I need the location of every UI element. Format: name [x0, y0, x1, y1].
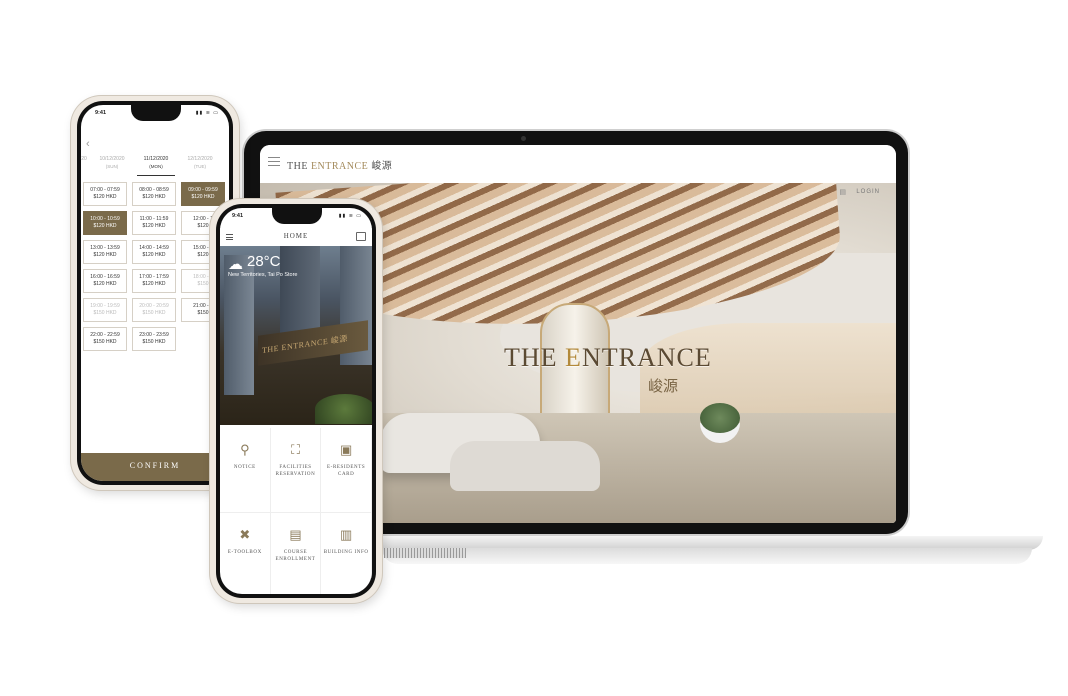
time-slot[interactable]: 14:00 - 14:59 $120 HKD: [132, 240, 176, 264]
login-link[interactable]: LOGIN: [856, 189, 880, 195]
tile-building-info[interactable]: ▥ BUILDING INFO: [321, 513, 372, 594]
time-slot[interactable]: 11:00 - 11:59 $120 HKD: [132, 211, 176, 235]
hamburger-menu-icon[interactable]: [268, 157, 280, 166]
tile-course-enrollment[interactable]: ▤ COURSE ENROLLMENT: [271, 513, 322, 594]
hero-logo-chinese: 峻源: [648, 377, 679, 395]
id-card-icon: ▣: [340, 442, 353, 457]
time-slot[interactable]: 13:00 - 13:59 $120 HKD: [83, 240, 127, 264]
time-slot[interactable]: 08:00 - 08:59 $120 HKD: [132, 182, 176, 206]
hero-plant: [700, 403, 740, 433]
landscape-bush: [315, 394, 372, 424]
facilities-icon: ⛶: [290, 442, 301, 457]
date-tab-active[interactable]: 11/12/2020 (MON): [137, 156, 175, 176]
site-header: THE ENTRANCE 峻源: [260, 145, 896, 183]
site-logo[interactable]: THE ENTRANCE 峻源: [287, 157, 392, 172]
time-slot[interactable]: 23:00 - 23:59 $150 HKD: [132, 327, 176, 351]
time-slot-grid: 07:00 - 07:59 $120 HKD 08:00 - 08:59 $120 …: [83, 182, 229, 356]
course-icon: ▤: [289, 527, 302, 542]
status-time: 9:41: [95, 110, 107, 116]
confirm-button[interactable]: CONFIRM: [81, 453, 229, 481]
clipboard-icon: ▥: [340, 527, 353, 542]
time-slot[interactable]: 16:00 - 16:59 $120 HKD: [83, 269, 127, 293]
id-card-icon[interactable]: [356, 232, 366, 241]
home-phone: THE ENTRANCE 峻源 9:41 ▮▮ ≋ ▭ HOME ☁ 28°C …: [210, 199, 382, 603]
weather-location: New Territories, Tai Po Store: [228, 272, 298, 278]
page-title: HOME: [283, 232, 309, 240]
status-time: 9:41: [232, 213, 244, 219]
time-slot-selected[interactable]: 09:00 - 09:59 $120 HKD: [181, 182, 225, 206]
pin-icon: ⚲: [240, 442, 250, 457]
booking-screen: 9:41 ▮▮ ≋ ▭ ‹ 20 10/12/2020 (SUN) 11/12/2…: [81, 105, 229, 481]
user-icon[interactable]: ▤: [839, 188, 846, 196]
time-slot-unavailable: 19:00 - 19:59 $150 HKD: [83, 298, 127, 322]
date-tabs: 20 10/12/2020 (SUN) 11/12/2020 (MON) 12/12…: [81, 156, 229, 176]
tile-e-residents-card[interactable]: ▣ E-RESIDENTS CARD: [321, 428, 372, 513]
hero-sofa-front: [450, 441, 600, 491]
date-tab[interactable]: 10/12/2020 (SUN): [93, 156, 131, 176]
weather-temperature: 28°C: [247, 253, 281, 270]
date-tab-partial[interactable]: 20: [81, 156, 87, 176]
chevron-left-icon[interactable]: ‹: [86, 138, 90, 150]
tools-icon: ✖: [239, 527, 251, 542]
feature-grid: ⚲ NOTICE ⛶ FACILITIES RESERVATION ▣ E-RESID…: [220, 428, 372, 594]
time-slot-selected[interactable]: 10:00 - 10:59 $120 HKD: [83, 211, 127, 235]
date-tab[interactable]: 12/12/2020 (TUE): [181, 156, 219, 176]
home-screen: THE ENTRANCE 峻源 9:41 ▮▮ ≋ ▭ HOME ☁ 28°C …: [220, 208, 372, 594]
tile-facilities-reservation[interactable]: ⛶ FACILITIES RESERVATION: [270, 428, 322, 513]
laptop-camera: [521, 136, 526, 141]
partly-cloudy-icon: ☁: [228, 256, 243, 273]
time-slot[interactable]: 22:00 - 22:59 $150 HKD: [83, 327, 127, 351]
time-slot-unavailable: 20:00 - 20:59 $150 HKD: [132, 298, 176, 322]
status-icons: ▮▮ ≋ ▭: [338, 213, 362, 219]
time-slot[interactable]: 07:00 - 07:59 $120 HKD: [83, 182, 127, 206]
tile-notice[interactable]: ⚲ NOTICE: [220, 428, 271, 513]
status-icons: ▮▮ ≋ ▭: [195, 110, 219, 116]
hero-logo: THE ENTRANCE: [504, 343, 712, 372]
laptop-speaker-grille: [384, 548, 466, 558]
tile-e-toolbox[interactable]: ✖ E-TOOLBOX: [220, 513, 271, 594]
time-slot[interactable]: 17:00 - 17:59 $120 HKD: [132, 269, 176, 293]
home-header: HOME: [220, 228, 372, 246]
laptop-base-underside: [382, 548, 1032, 564]
